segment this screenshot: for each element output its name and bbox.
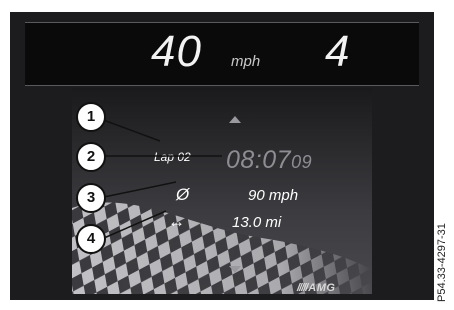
callout-line-3 bbox=[103, 181, 177, 198]
callout-2: 2 bbox=[76, 142, 106, 172]
callout-4: 4 bbox=[76, 224, 106, 254]
callout-1: 1 bbox=[76, 102, 106, 132]
callout-line-1 bbox=[97, 117, 161, 142]
figure: 40 mph 4 Lap 02 08:0709 Ø 90 mph ↔ 13.0 … bbox=[0, 0, 454, 310]
callout-line-4 bbox=[103, 210, 167, 239]
callout-leader-lines bbox=[97, 117, 222, 239]
callout-3: 3 bbox=[76, 183, 106, 213]
figure-code: P54.33-4297-31 bbox=[436, 223, 448, 302]
